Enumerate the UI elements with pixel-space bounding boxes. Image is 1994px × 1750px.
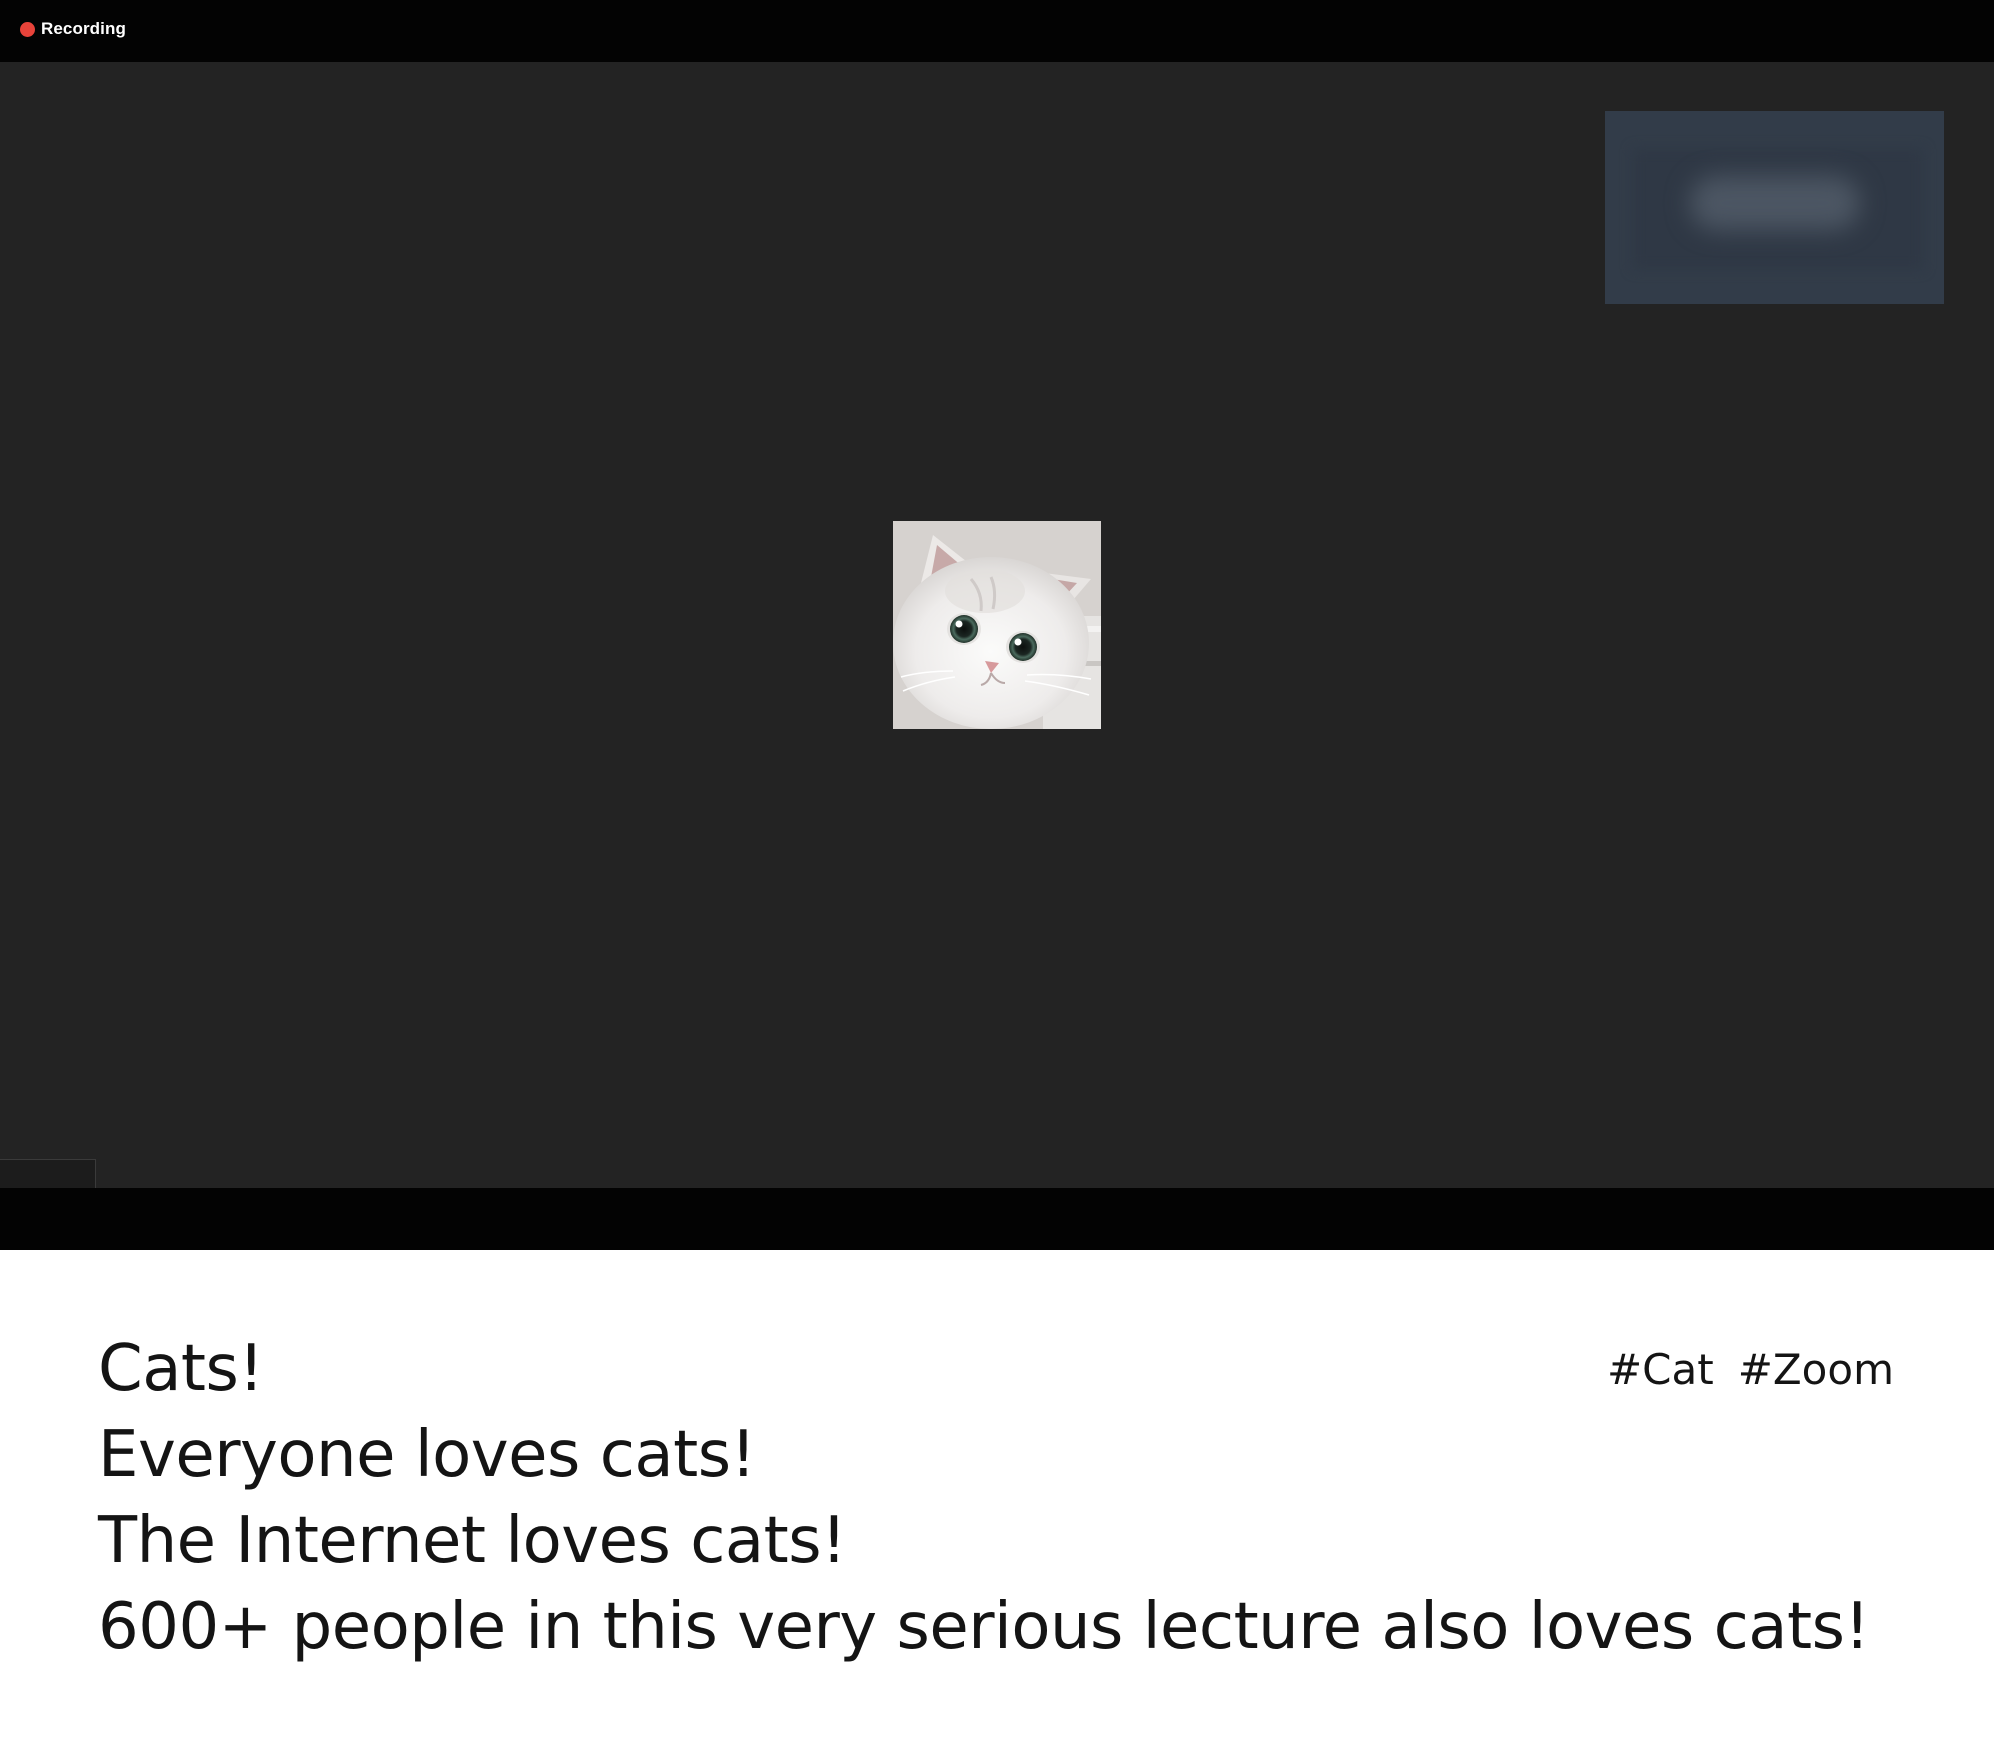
caption-text: Cats! Everyone loves cats! The Internet … [98, 1326, 1870, 1670]
hashtag-list: #Cat #Zoom [1607, 1345, 1894, 1395]
cat-avatar-image [893, 521, 1101, 729]
recording-indicator[interactable]: Recording [20, 19, 126, 39]
recording-dot-icon [20, 21, 35, 37]
caption-area: Cats! Everyone loves cats! The Internet … [0, 1250, 1994, 1750]
hashtag-zoom[interactable]: #Zoom [1738, 1345, 1894, 1395]
bottom-bar [0, 1188, 1994, 1250]
caption-line: 600+ people in this very serious lecture… [98, 1590, 1870, 1664]
caption-line-title: Cats! [98, 1332, 264, 1406]
page: Recording Cats! Everyone loves cats! The… [0, 0, 1994, 1750]
caption-line: Everyone loves cats! [98, 1418, 756, 1492]
minimized-panel-tab[interactable] [0, 1159, 96, 1188]
self-view-blurred-figure [1690, 176, 1860, 230]
top-bar: Recording [0, 0, 1994, 62]
caption-line: The Internet loves cats! [98, 1504, 847, 1578]
recording-label: Recording [41, 19, 126, 38]
hashtag-cat[interactable]: #Cat [1607, 1345, 1714, 1395]
participant-avatar[interactable] [893, 521, 1101, 729]
video-stage [0, 62, 1994, 1188]
self-view-video[interactable] [1605, 111, 1944, 304]
